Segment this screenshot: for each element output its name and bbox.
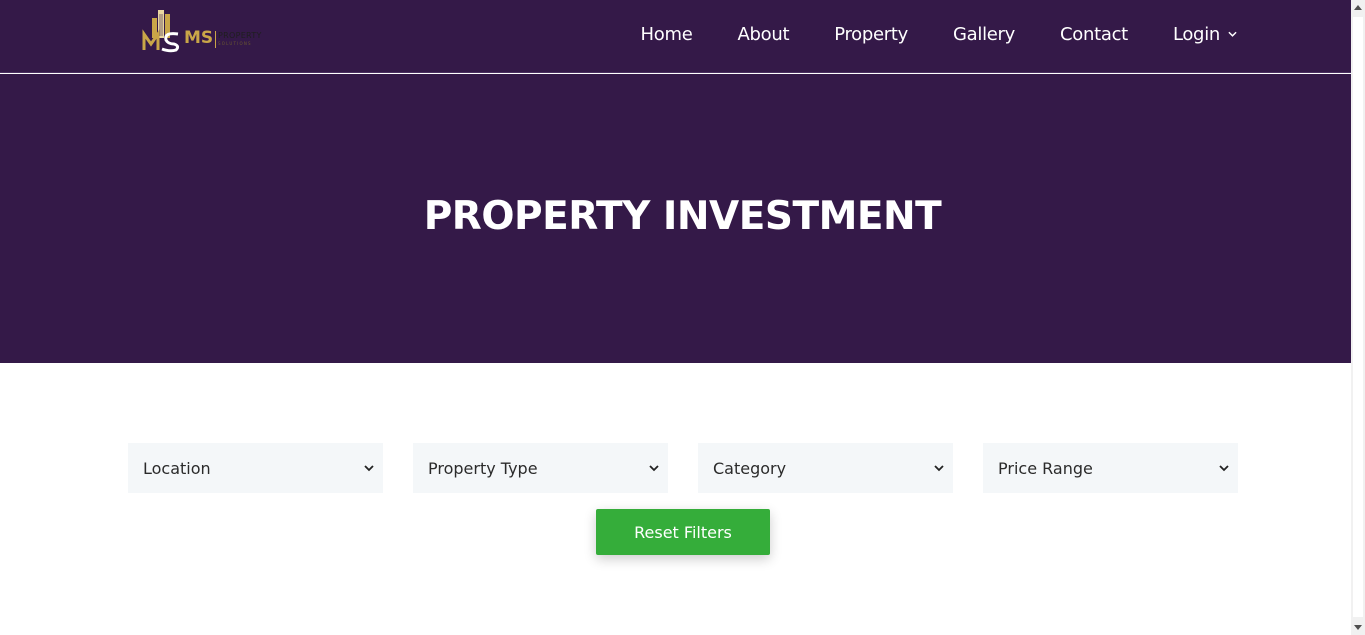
hero-banner: PROPERTY INVESTMENT [0,74,1351,363]
nav-contact-label: Contact [1060,23,1128,45]
page-scrollbar[interactable] [1351,0,1365,635]
property-type-select-label: Property Type [428,458,538,478]
chevron-down-icon [934,464,944,471]
logo-text: MS [184,28,214,48]
location-select[interactable]: Location [128,443,383,493]
reset-filters-button[interactable]: Reset Filters [596,509,770,555]
page-title: PROPERTY INVESTMENT [423,194,942,239]
nav-property[interactable]: Property [834,24,908,45]
brand-logo[interactable]: MS PROPERTY SOLUTIONS [142,4,270,54]
logo-divider [215,31,216,48]
chevron-down-icon [364,464,374,471]
chevron-down-icon [649,464,659,471]
scroll-thumb[interactable] [1353,17,1363,617]
nav-login[interactable]: Login [1173,24,1237,45]
page: MS PROPERTY SOLUTIONS Home About Propert… [0,0,1351,635]
nav-home[interactable]: Home [641,24,693,45]
nav-property-label: Property [834,23,908,45]
scroll-up-arrow-icon[interactable] [1354,5,1362,10]
chevron-down-icon [1228,31,1237,37]
nav-contact[interactable]: Contact [1060,24,1128,45]
nav-gallery-label: Gallery [952,23,1015,45]
nav-home-label: Home [640,23,693,45]
category-select[interactable]: Category [698,443,953,493]
location-select-label: Location [143,458,211,478]
price-range-select-label: Price Range [998,458,1093,478]
main-nav: Home About Property Gallery Contact Logi… [641,0,1237,68]
nav-login-label: Login [1172,23,1220,45]
nav-about[interactable]: About [737,24,789,45]
category-select-label: Category [713,458,787,478]
logo-subtext: PROPERTY [218,31,262,40]
price-range-select[interactable]: Price Range [983,443,1238,493]
nav-about-label: About [737,23,790,45]
site-header: MS PROPERTY SOLUTIONS Home About Propert… [0,0,1351,73]
property-type-select[interactable]: Property Type [413,443,668,493]
nav-gallery[interactable]: Gallery [953,24,1015,45]
chevron-down-icon [1219,464,1229,471]
logo-tagline: SOLUTIONS [218,41,252,46]
scroll-down-arrow-icon[interactable] [1354,625,1362,630]
